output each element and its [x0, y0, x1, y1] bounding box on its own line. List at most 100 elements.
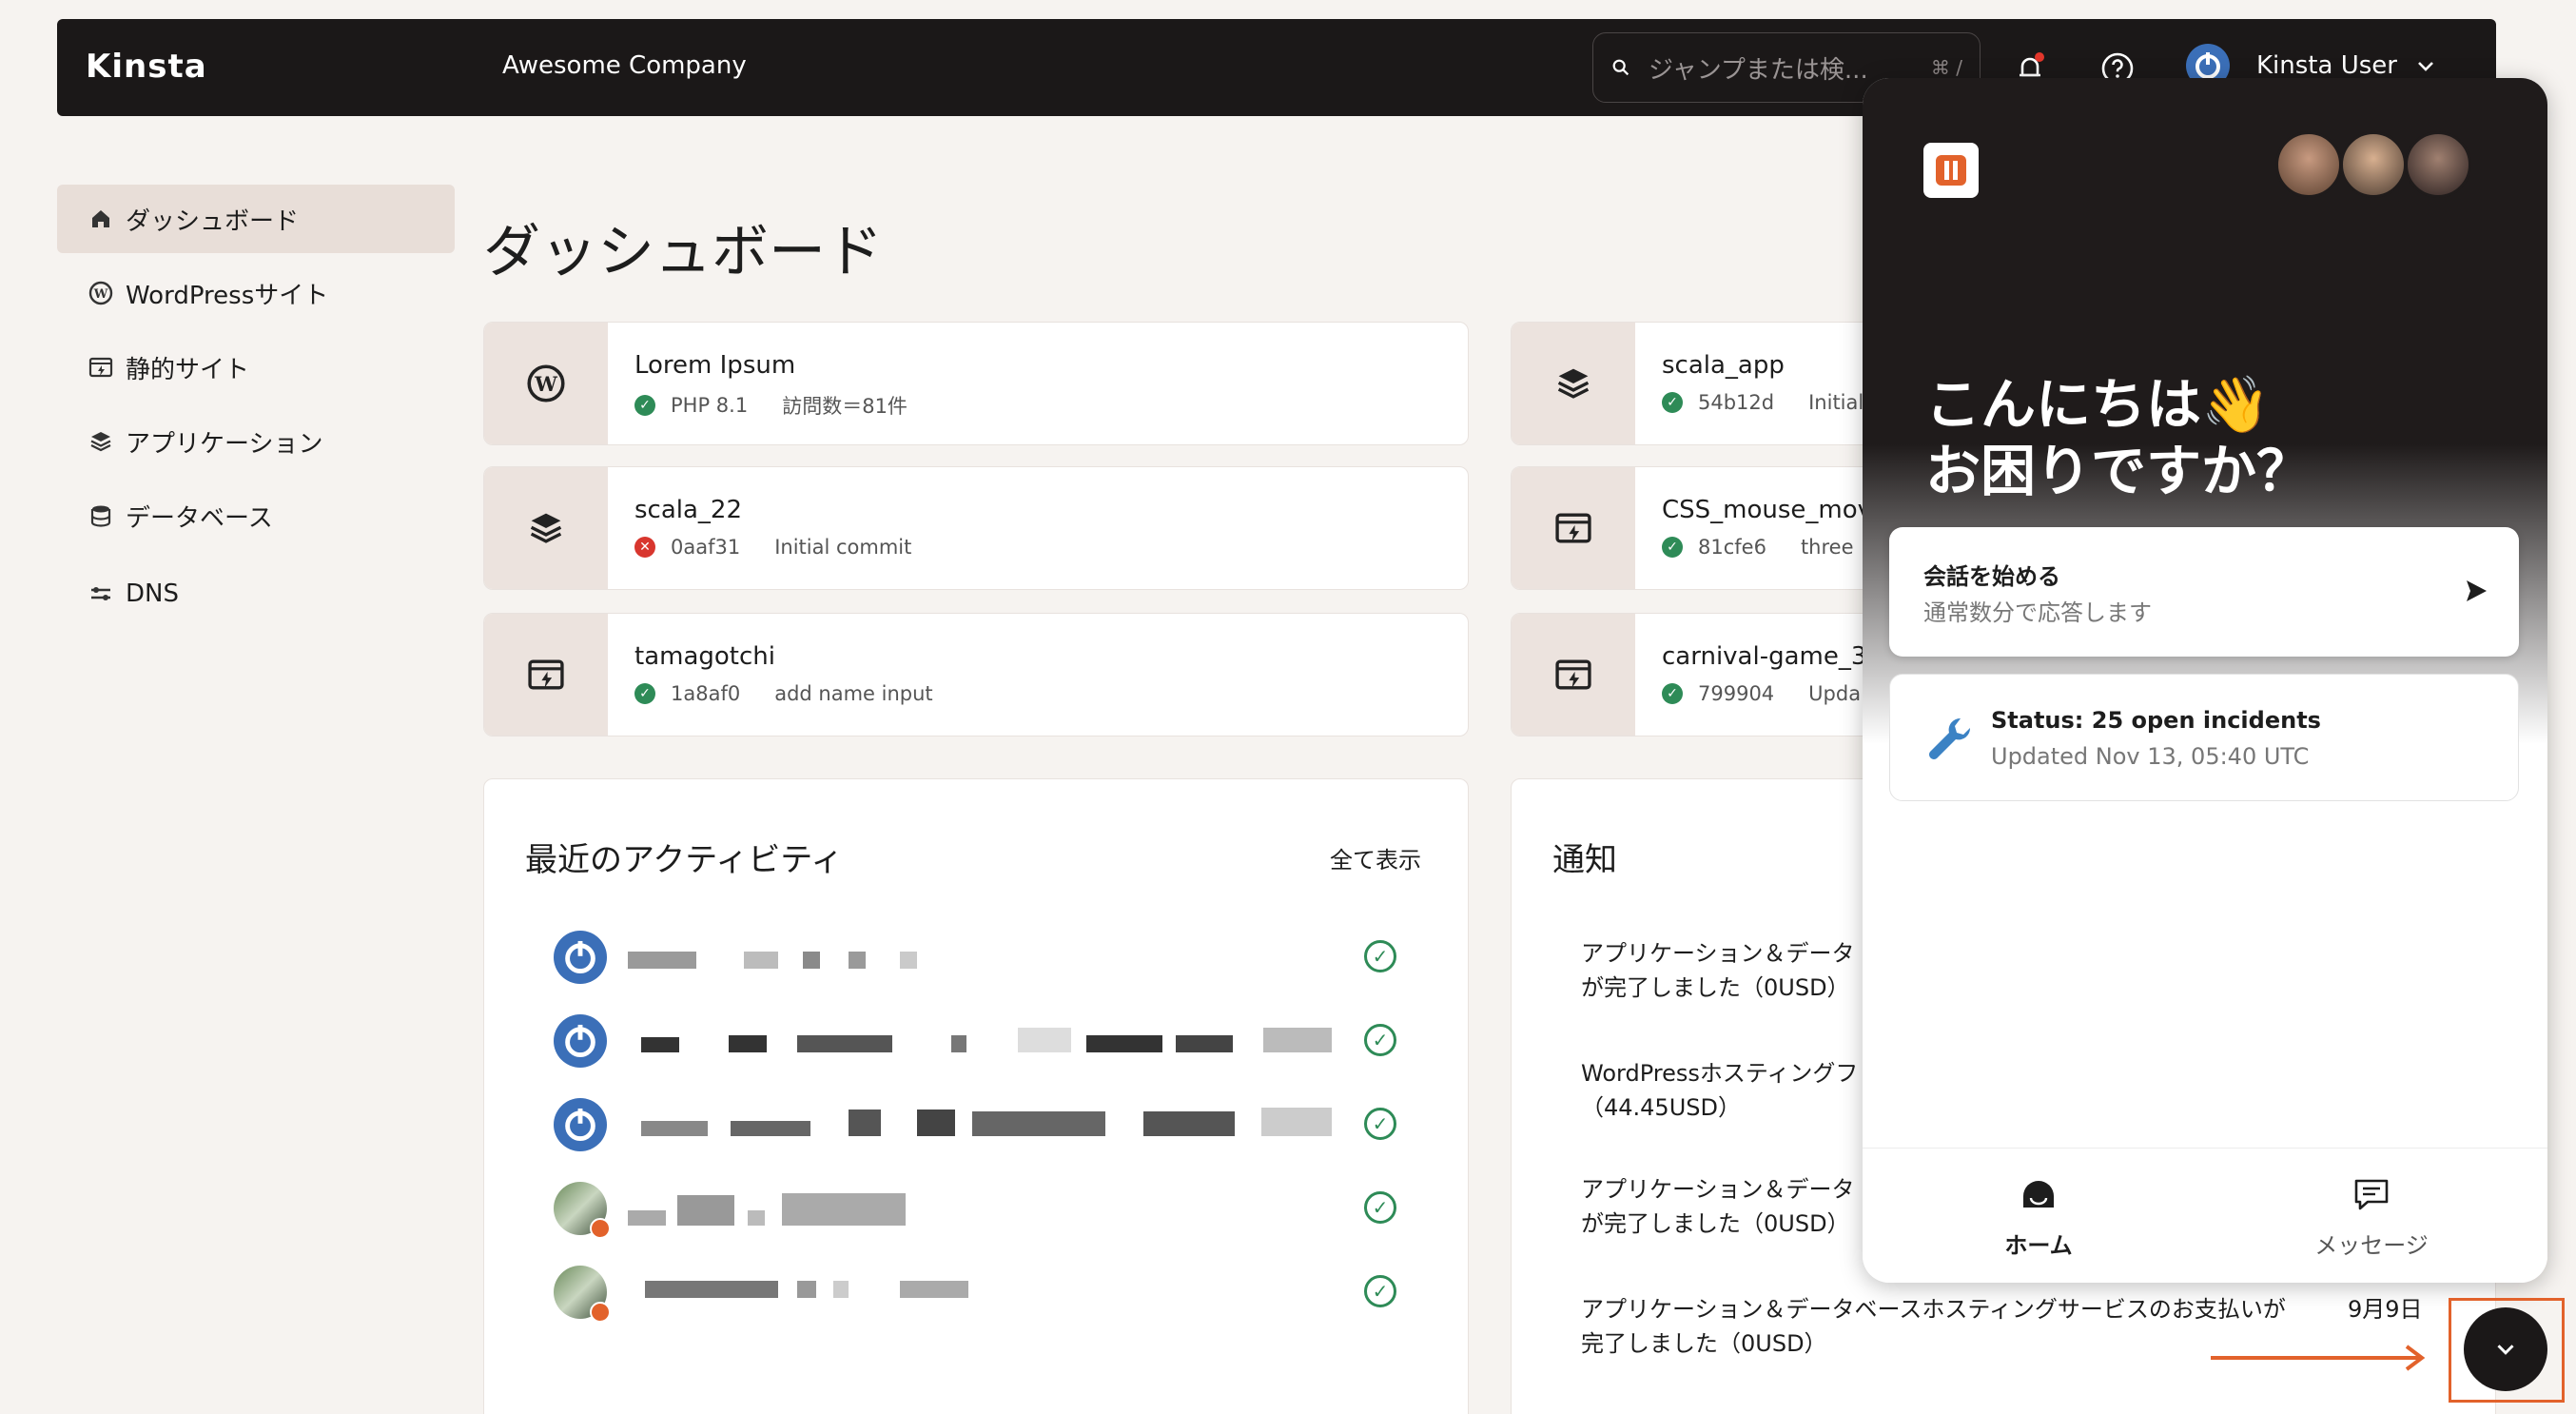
layers-icon	[530, 513, 562, 543]
notification-item[interactable]: WordPressホスティングフ （44.45USD）	[1581, 1056, 1858, 1125]
activity-title: 最近のアクティビティ	[525, 841, 844, 879]
status-ok-icon: ✓	[1662, 683, 1683, 704]
redacted-text	[1263, 1028, 1332, 1052]
send-icon	[2467, 580, 2487, 601]
annotation-arrow	[2211, 1345, 2426, 1371]
view-all-link[interactable]: 全て表示	[1330, 841, 1421, 874]
success-check-icon: ✓	[1364, 1275, 1396, 1307]
static-site-icon	[528, 659, 564, 690]
sidebar-item-dashboard[interactable]: ダッシュボード	[57, 185, 455, 253]
kinsta-avatar	[554, 931, 607, 984]
notification-item[interactable]: アプリケーション＆データ が完了しました（0USD）	[1581, 936, 1855, 1005]
tab-messages[interactable]: メッセージ	[2291, 1175, 2452, 1260]
card-name: scala_22	[634, 496, 743, 524]
kinsta-logo[interactable]: Kinsta	[86, 48, 207, 86]
sidebar-item-label: アプリケーション	[126, 429, 323, 459]
card-hash: PHP 8.1	[671, 394, 749, 417]
activity-row[interactable]: ✓	[554, 1098, 1410, 1155]
redacted-text	[900, 952, 917, 969]
static-site-icon	[1555, 513, 1591, 543]
activity-row[interactable]: ✓	[554, 1014, 1410, 1071]
notification-text: アプリケーション＆データ	[1581, 940, 1855, 967]
redacted-text	[628, 952, 696, 969]
home-icon	[88, 206, 114, 232]
start-conversation-button[interactable]: 会話を始める 通常数分で応答します	[1889, 527, 2519, 657]
app-card[interactable]: scala_22 ✕ 0aaf31 Initial commit	[483, 466, 1469, 590]
page-title: ダッシュボード	[483, 219, 883, 285]
notifications-title: 通知	[1552, 841, 1617, 879]
chevron-down-icon[interactable]	[2414, 55, 2437, 78]
greeting-line: お困りですか？	[1925, 439, 2313, 503]
team-avatar	[2275, 131, 2342, 198]
redacted-text	[748, 1210, 765, 1226]
status-ok-icon: ✓	[1662, 537, 1683, 558]
status-subtitle: Updated Nov 13, 05:40 UTC	[1991, 743, 2310, 770]
card-name: tamagotchi	[634, 642, 775, 671]
redacted-text	[803, 952, 820, 969]
sidebar-item-label: 静的サイト	[126, 355, 250, 384]
static-site-icon	[1555, 659, 1591, 690]
search-shortcut: ⌘ /	[1930, 56, 1962, 79]
sidebar-item-wordpress[interactable]: W WordPressサイト	[57, 259, 455, 327]
card-hash: 1a8af0	[671, 682, 741, 705]
svg-text:W: W	[534, 372, 557, 396]
redacted-text	[917, 1110, 955, 1136]
user-name[interactable]: Kinsta User	[2256, 51, 2397, 80]
activity-row[interactable]: ✓	[554, 931, 1410, 988]
static-site-card[interactable]: tamagotchi ✓ 1a8af0 add name input	[483, 613, 1469, 736]
notification-date: 9月9日	[2348, 1296, 2423, 1323]
redacted-text	[797, 1035, 892, 1052]
redacted-text	[744, 952, 778, 969]
sidebar-item-applications[interactable]: アプリケーション	[57, 407, 455, 476]
card-message: 訪問数＝81件	[782, 395, 907, 418]
user-photo-avatar	[554, 1182, 611, 1239]
redacted-text	[1143, 1111, 1235, 1136]
redacted-text	[782, 1193, 906, 1226]
card-icon-tile	[1512, 323, 1635, 444]
search-icon	[1612, 59, 1630, 76]
redacted-text	[628, 1210, 666, 1226]
svg-text:W: W	[93, 287, 108, 302]
redacted-text	[1176, 1035, 1233, 1052]
card-icon-tile	[1512, 614, 1635, 736]
company-switcher[interactable]: Awesome Company	[502, 51, 747, 80]
card-hash: 54b12d	[1698, 391, 1775, 414]
home-icon	[2023, 1181, 2054, 1208]
card-hash: 799904	[1698, 682, 1775, 705]
notification-text: （44.45USD）	[1581, 1094, 1741, 1121]
notification-text: WordPressホスティングフ	[1581, 1060, 1859, 1087]
status-card[interactable]: Status: 25 open incidents Updated Nov 13…	[1889, 674, 2519, 801]
team-avatar	[2340, 131, 2407, 198]
chevron-down-icon	[2497, 1345, 2514, 1355]
card-message: three	[1800, 536, 1854, 559]
activity-row[interactable]: ✓	[554, 1266, 1410, 1323]
chat-close-button[interactable]	[2464, 1307, 2547, 1391]
redacted-text	[641, 1037, 679, 1052]
notification-item[interactable]: アプリケーション＆データ が完了しました（0USD）	[1581, 1172, 1855, 1241]
tab-home[interactable]: ホーム	[1967, 1175, 2110, 1260]
chat-greeting: こんにちは👋 お困りですか？	[1925, 371, 2312, 504]
activity-row[interactable]: ✓	[554, 1182, 1410, 1239]
sidebar-item-dns[interactable]: DNS	[57, 560, 455, 628]
sidebar-item-static-sites[interactable]: 静的サイト	[57, 333, 455, 402]
site-card[interactable]: W Lorem Ipsum ✓ PHP 8.1 訪問数＝81件	[483, 322, 1469, 445]
layers-icon	[88, 428, 114, 455]
status-ok-icon: ✓	[634, 683, 655, 704]
card-icon-tile	[484, 467, 608, 589]
notification-text: アプリケーション＆データベースホスティングサービスのお支払いが	[1581, 1296, 2286, 1323]
success-check-icon: ✓	[1364, 1191, 1396, 1224]
card-name: carnival-game_3	[1662, 642, 1867, 671]
notification-item[interactable]: アプリケーション＆データベースホスティングサービスのお支払いが 完了しました（0U…	[1581, 1292, 2286, 1361]
redacted-text	[729, 1035, 767, 1052]
static-site-icon	[88, 354, 114, 381]
success-check-icon: ✓	[1364, 1108, 1396, 1140]
redacted-text	[849, 952, 866, 969]
redacted-text	[641, 1121, 708, 1136]
card-icon-tile	[1512, 467, 1635, 589]
sidebar-item-databases[interactable]: データベース	[57, 481, 455, 550]
wordpress-icon: W	[527, 364, 565, 403]
chat-nav: ホーム メッセージ	[1863, 1148, 2547, 1283]
kinsta-avatar	[554, 1014, 607, 1068]
sidebar-item-label: データベース	[126, 503, 273, 533]
greeting-line: こんにちは👋	[1925, 372, 2271, 437]
